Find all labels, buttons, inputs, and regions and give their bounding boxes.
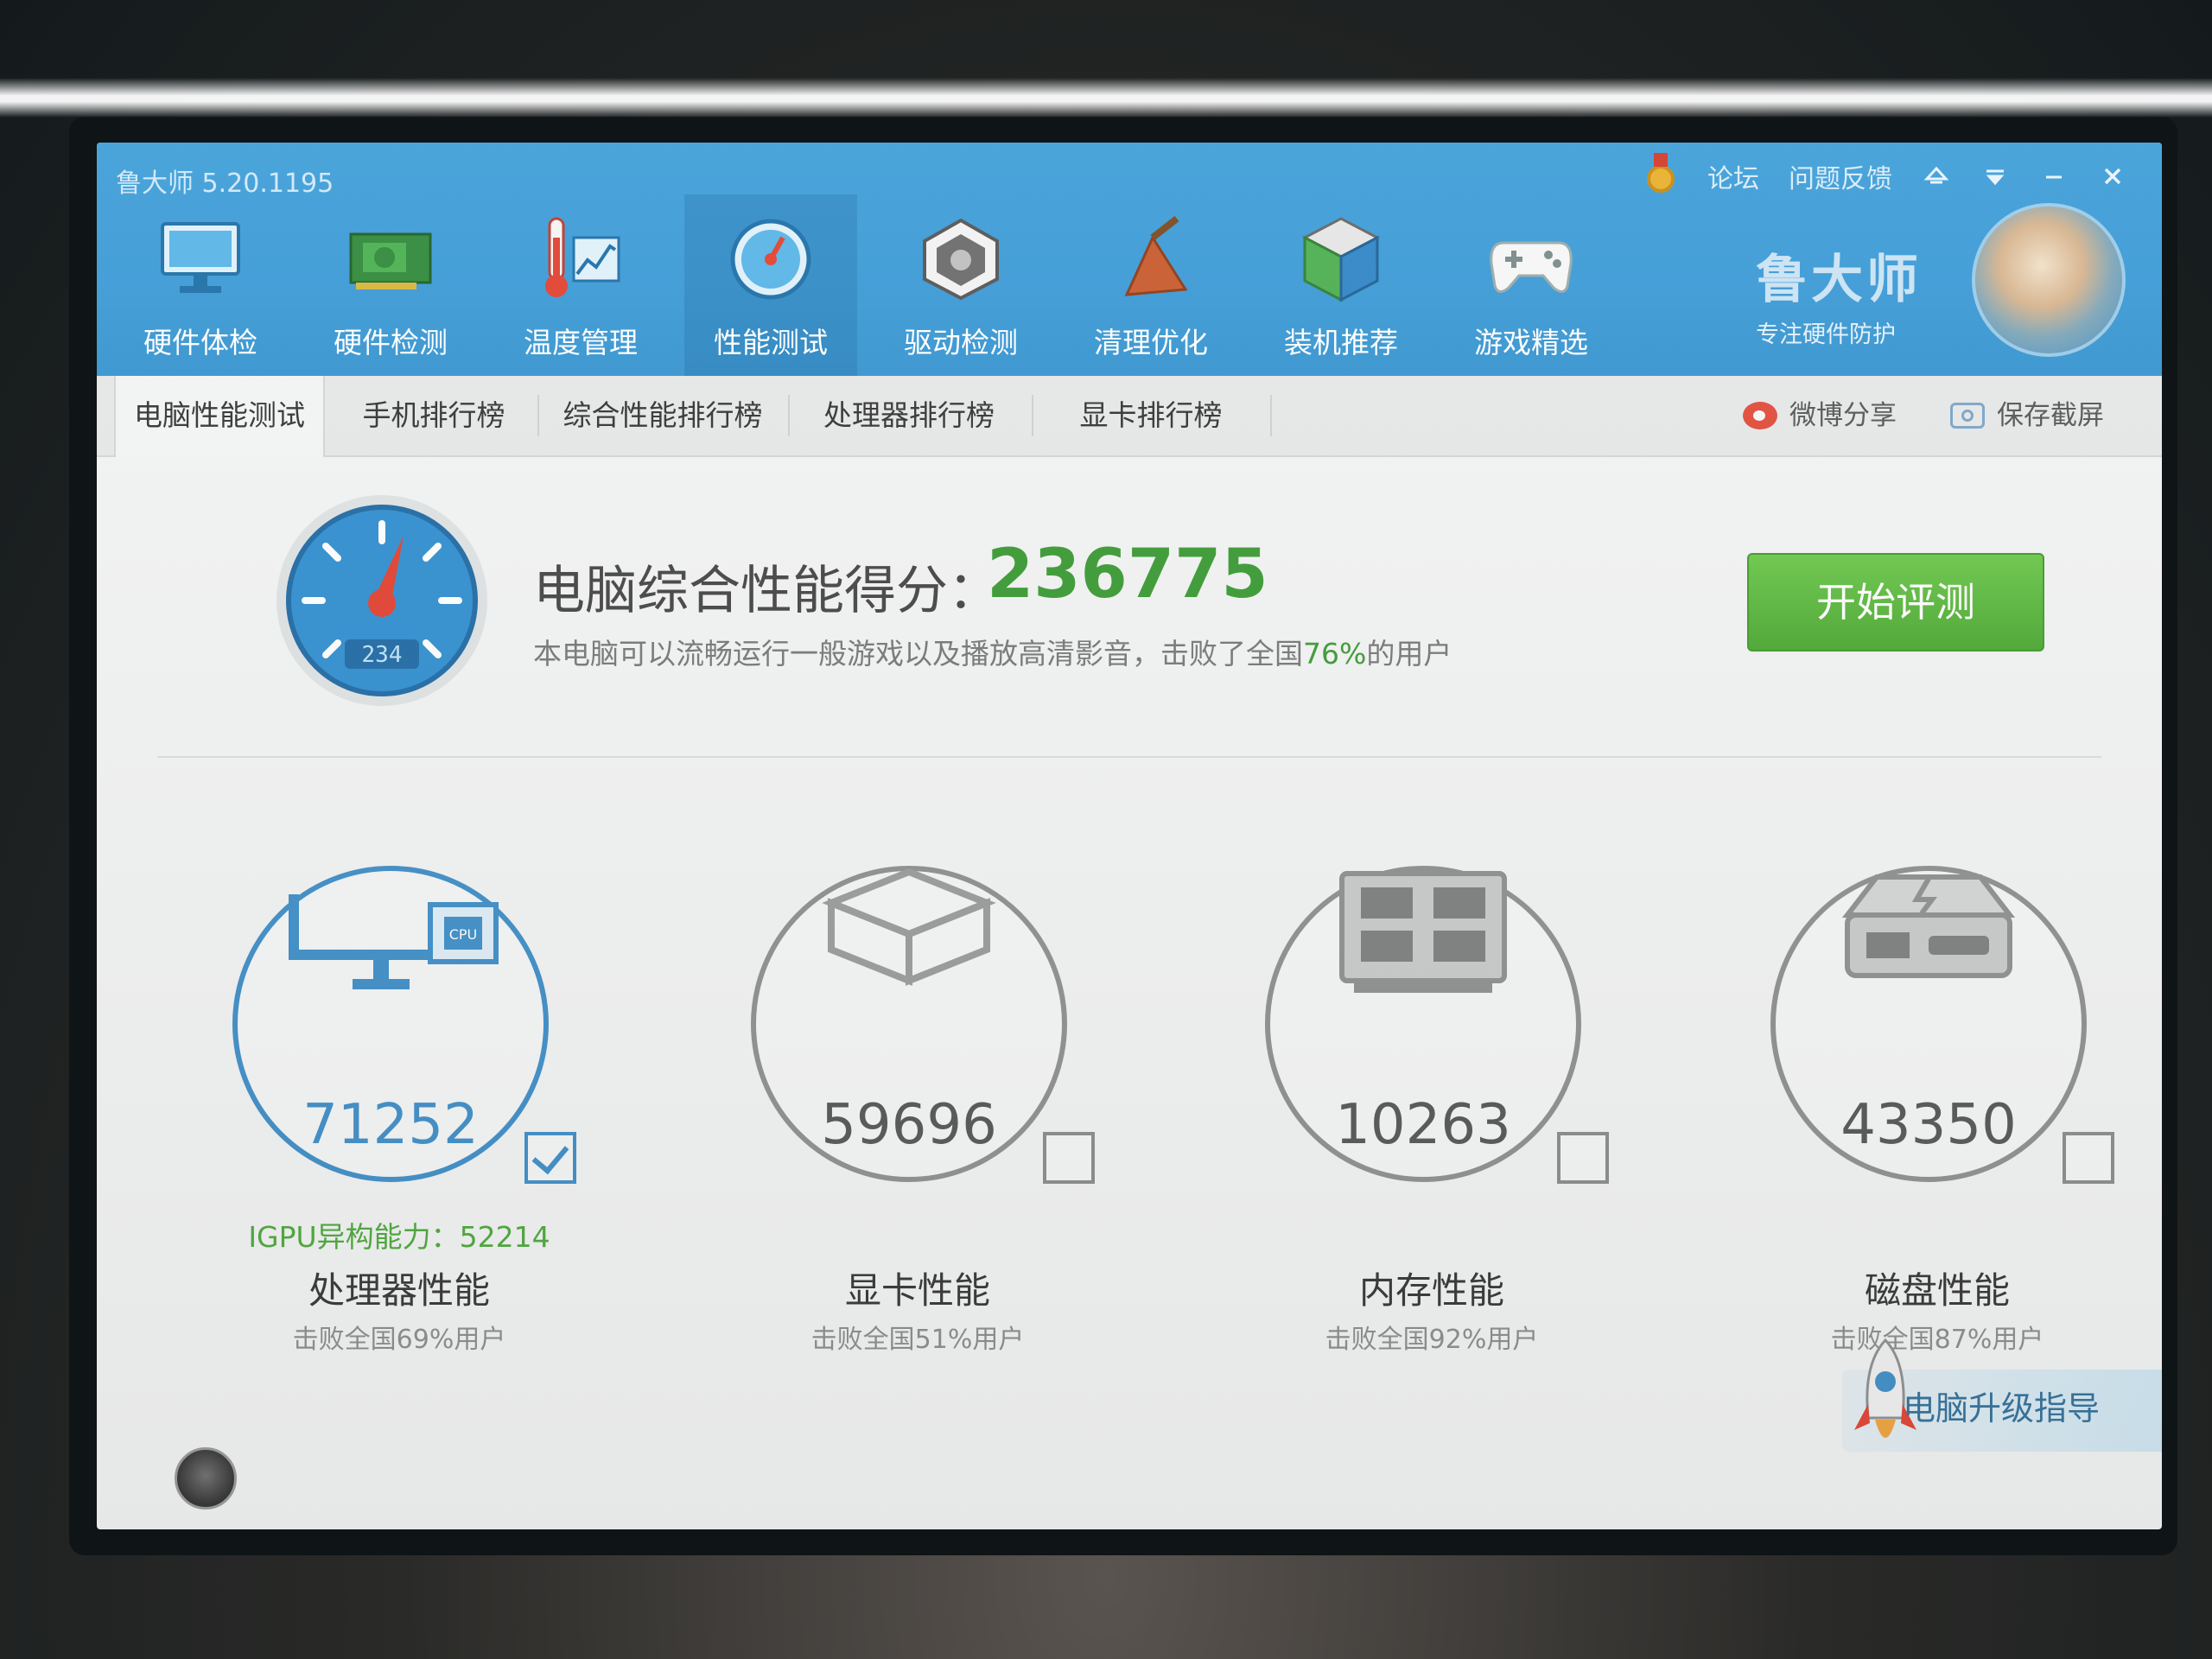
speedometer-icon bbox=[728, 212, 814, 307]
broom-icon bbox=[1108, 212, 1194, 307]
brand-name: 鲁大师 bbox=[1756, 250, 1922, 310]
tool-label: 温度管理 bbox=[524, 326, 638, 359]
cube-icon bbox=[1298, 212, 1384, 307]
weibo-share-label: 微博分享 bbox=[1789, 400, 1897, 431]
tab-gpu-ranking[interactable]: 显卡排行榜 bbox=[1043, 376, 1259, 455]
gauge-readout: 234 bbox=[362, 642, 403, 668]
gpu-score: 59696 bbox=[821, 1093, 997, 1157]
tool-hardware-checkup[interactable]: 硬件体检 bbox=[114, 194, 287, 376]
brand-slogan: 专注硬件防护 bbox=[1756, 321, 1896, 348]
tool-game-picks[interactable]: 游戏精选 bbox=[1445, 194, 1618, 376]
disk-rank-text: 击败全国87%用户 bbox=[1830, 1325, 2044, 1355]
description-prefix: 本电脑可以流畅运行一般游戏以及播放高清影音，击败了全国 bbox=[533, 637, 1303, 671]
brand-logo: 鲁大师 专注硬件防护 bbox=[1721, 229, 1998, 359]
svg-text:CPU: CPU bbox=[449, 926, 478, 943]
tool-label: 性能测试 bbox=[714, 326, 828, 359]
tool-label: 硬件体检 bbox=[143, 326, 257, 359]
tab-cpu-ranking[interactable]: 处理器排行榜 bbox=[797, 376, 1021, 455]
medal-icon[interactable] bbox=[1643, 153, 1678, 200]
tab-phone-ranking[interactable]: 手机排行榜 bbox=[339, 376, 529, 455]
section-divider bbox=[157, 756, 2101, 758]
tool-label: 驱动检测 bbox=[904, 326, 1018, 359]
gpu-performance-card: 59696 显卡性能 击败全国51%用户 bbox=[736, 860, 1099, 1378]
overall-score-description: 本电脑可以流畅运行一般游戏以及播放高清影音，击败了全国76%的用户 bbox=[533, 631, 1452, 672]
disk-title: 磁盘性能 bbox=[1864, 1269, 2010, 1312]
minimize-button[interactable] bbox=[2039, 162, 2069, 191]
cpu-rank-text: 击败全国69%用户 bbox=[292, 1325, 506, 1355]
weibo-share-button[interactable]: 微博分享 bbox=[1743, 376, 1897, 455]
weibo-icon bbox=[1743, 402, 1777, 429]
gamepad-icon bbox=[1488, 212, 1574, 307]
assistant-robot-icon[interactable] bbox=[175, 1447, 237, 1510]
description-suffix: 的用户 bbox=[1366, 637, 1452, 671]
memory-chip-icon bbox=[1339, 871, 1507, 993]
upgrade-guide-label: 电脑升级指导 bbox=[1903, 1389, 2101, 1427]
close-button[interactable] bbox=[2098, 162, 2127, 191]
igpu-capability: IGPU异构能力：52214 bbox=[248, 1220, 550, 1254]
tab-divider bbox=[1270, 395, 1272, 436]
tool-label: 硬件检测 bbox=[334, 326, 448, 359]
overall-score-value: 236775 bbox=[987, 536, 1268, 613]
save-screenshot-label: 保存截屏 bbox=[1997, 400, 2104, 431]
gpu-checkbox[interactable] bbox=[1043, 1132, 1095, 1184]
description-percent: 76% bbox=[1303, 637, 1367, 671]
graphics-card-icon bbox=[347, 212, 434, 307]
tool-hardware-detect[interactable]: 硬件检测 bbox=[304, 194, 477, 376]
disk-score: 43350 bbox=[1840, 1093, 2017, 1157]
gpu-title: 显卡性能 bbox=[844, 1269, 990, 1312]
save-screenshot-button[interactable]: 保存截屏 bbox=[1950, 376, 2104, 455]
tab-divider bbox=[1032, 395, 1033, 436]
header-bar: 鲁大师 5.20.1195 论坛 问题反馈 硬件体检 硬件检测 温度管理 性能测… bbox=[97, 143, 2162, 376]
start-benchmark-button[interactable]: 开始评测 bbox=[1747, 553, 2044, 652]
menu-icon[interactable] bbox=[1980, 162, 2010, 191]
forum-link[interactable]: 论坛 bbox=[1707, 157, 1759, 195]
cpu-performance-card: CPU 71252 IGPU异构能力：52214 处理器性能 击败全国69%用户 bbox=[218, 860, 581, 1378]
tool-label: 清理优化 bbox=[1094, 326, 1208, 359]
cpu-title: 处理器性能 bbox=[308, 1269, 490, 1312]
mascot-avatar[interactable] bbox=[1972, 203, 2126, 357]
memory-title: 内存性能 bbox=[1358, 1269, 1504, 1312]
memory-score: 10263 bbox=[1335, 1093, 1511, 1157]
disk-performance-card: 43350 磁盘性能 击败全国87%用户 bbox=[1756, 860, 2119, 1378]
tool-temperature[interactable]: 温度管理 bbox=[494, 194, 667, 376]
tool-clean-optimize[interactable]: 清理优化 bbox=[1065, 194, 1237, 376]
tool-label: 游戏精选 bbox=[1474, 326, 1588, 359]
tab-divider bbox=[788, 395, 790, 436]
overall-score-label: 电脑综合性能得分： bbox=[533, 561, 1000, 621]
tool-driver-detect[interactable]: 驱动检测 bbox=[874, 194, 1047, 376]
driver-chip-icon bbox=[918, 212, 1004, 307]
tab-overall-ranking[interactable]: 综合性能排行榜 bbox=[546, 376, 779, 455]
memory-rank-text: 击败全国92%用户 bbox=[1325, 1325, 1539, 1355]
gpu-rank-text: 击败全国51%用户 bbox=[810, 1325, 1025, 1355]
tool-label: 装机推荐 bbox=[1284, 326, 1398, 359]
cpu-checkbox[interactable] bbox=[524, 1132, 576, 1184]
memory-checkbox[interactable] bbox=[1557, 1132, 1609, 1184]
cpu-score: 71252 bbox=[302, 1093, 479, 1157]
camera-icon bbox=[1950, 403, 1985, 429]
tab-pc-performance[interactable]: 电脑性能测试 bbox=[114, 376, 325, 457]
disk-checkbox[interactable] bbox=[2063, 1132, 2114, 1184]
tool-build-recommend[interactable]: 装机推荐 bbox=[1255, 194, 1427, 376]
feedback-link[interactable]: 问题反馈 bbox=[1789, 157, 1892, 195]
title-bar-controls: 论坛 问题反馈 bbox=[1643, 153, 2127, 200]
disk-drive-icon bbox=[1841, 874, 2016, 978]
tab-divider bbox=[537, 395, 539, 436]
score-gauge-icon: 234 bbox=[274, 493, 490, 709]
app-window: 鲁大师 5.20.1195 论坛 问题反馈 硬件体检 硬件检测 温度管理 性能测… bbox=[97, 143, 2162, 1529]
tool-performance-test[interactable]: 性能测试 bbox=[684, 194, 857, 376]
thermometer-icon bbox=[537, 212, 624, 307]
memory-performance-card: 10263 内存性能 击败全国92%用户 bbox=[1250, 860, 1613, 1378]
skin-icon[interactable] bbox=[1922, 162, 1951, 191]
tab-bar: 电脑性能测试 手机排行榜 综合性能排行榜 处理器排行榜 显卡排行榜 微博分享 保… bbox=[97, 376, 2162, 457]
monitor-icon bbox=[157, 212, 244, 307]
